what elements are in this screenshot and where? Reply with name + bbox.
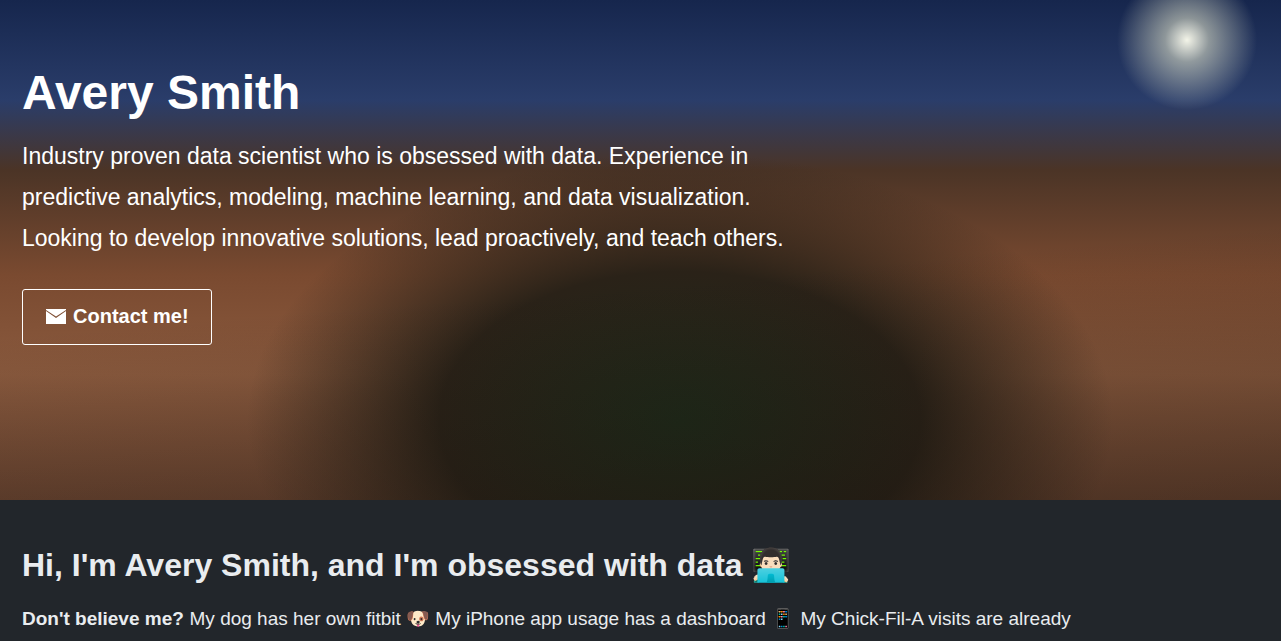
about-body: My dog has her own fitbit 🐶 My iPhone ap…	[190, 608, 1071, 629]
site-title: Avery Smith	[22, 64, 300, 122]
tagline: Industry proven data scientist who is ob…	[22, 136, 797, 259]
hero-photo-section: Avery Smith Industry proven data scientis…	[0, 0, 1281, 500]
contact-button-label: Contact me!	[73, 305, 189, 328]
envelope-icon	[45, 308, 67, 326]
about-heading: Hi, I'm Avery Smith, and I'm obsessed wi…	[22, 546, 1259, 584]
about-lead: Don't believe me?	[22, 608, 184, 629]
about-section: Hi, I'm Avery Smith, and I'm obsessed wi…	[0, 500, 1281, 633]
about-text: Don't believe me? My dog has her own fitb…	[22, 606, 1259, 633]
contact-button[interactable]: Contact me!	[22, 289, 212, 345]
